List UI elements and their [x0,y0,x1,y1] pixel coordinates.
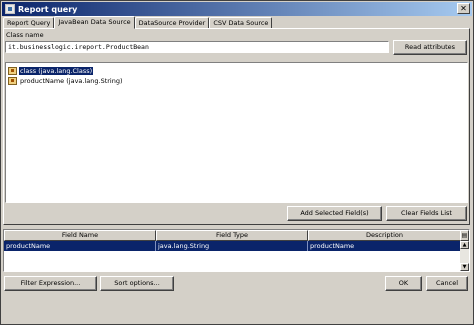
sort-options-button[interactable]: Sort options... [100,276,174,291]
cancel-button[interactable]: Cancel [426,276,468,291]
filter-expression-button[interactable]: Filter Expression... [4,276,97,291]
app-icon [5,4,15,14]
tree-item-label: productName (java.lang.String) [20,76,123,85]
cell-field-type: java.lang.String [156,241,308,251]
ok-button[interactable]: OK [385,276,422,291]
table-scrollbar[interactable]: ▲ ▼ [460,241,469,271]
clear-fields-list-button[interactable]: Clear Fields List [386,206,467,221]
close-button[interactable]: ✕ [457,3,470,14]
bean-attribute-icon [8,66,17,75]
scroll-down-icon[interactable]: ▼ [460,263,469,271]
cell-field-name: productName [4,241,156,251]
table-header: Field Name Field Type Description [4,230,461,241]
add-selected-fields-button[interactable]: Add Selected Field(s) [287,206,382,221]
tab-javabean-data-source[interactable]: JavaBean Data Source [54,16,135,29]
table-row[interactable]: productName java.lang.String productName [4,241,461,251]
attributes-tree[interactable]: class (java.lang.Class) productName (jav… [5,62,468,203]
column-header-field-name[interactable]: Field Name [4,230,156,241]
window-title: Report query [18,4,78,14]
fields-table[interactable]: Field Name Field Type Description ▤ prod… [3,229,470,272]
column-header-description[interactable]: Description [308,230,461,241]
column-header-field-type[interactable]: Field Type [156,230,308,241]
tree-item[interactable]: productName (java.lang.String) [8,76,124,85]
class-name-label: Class name [6,31,44,39]
column-control-icon[interactable]: ▤ [460,230,469,241]
read-attributes-button[interactable]: Read attributes [393,40,467,55]
class-name-input[interactable]: it.businesslogic.ireport.ProductBean [5,41,389,53]
tree-item-label: class (java.lang.Class) [19,66,94,75]
bean-attribute-icon [8,76,17,85]
scroll-up-icon[interactable]: ▲ [460,241,469,249]
cell-description: productName [308,241,461,251]
title-bar: Report query ✕ [2,2,472,16]
tree-item[interactable]: class (java.lang.Class) [8,66,94,75]
